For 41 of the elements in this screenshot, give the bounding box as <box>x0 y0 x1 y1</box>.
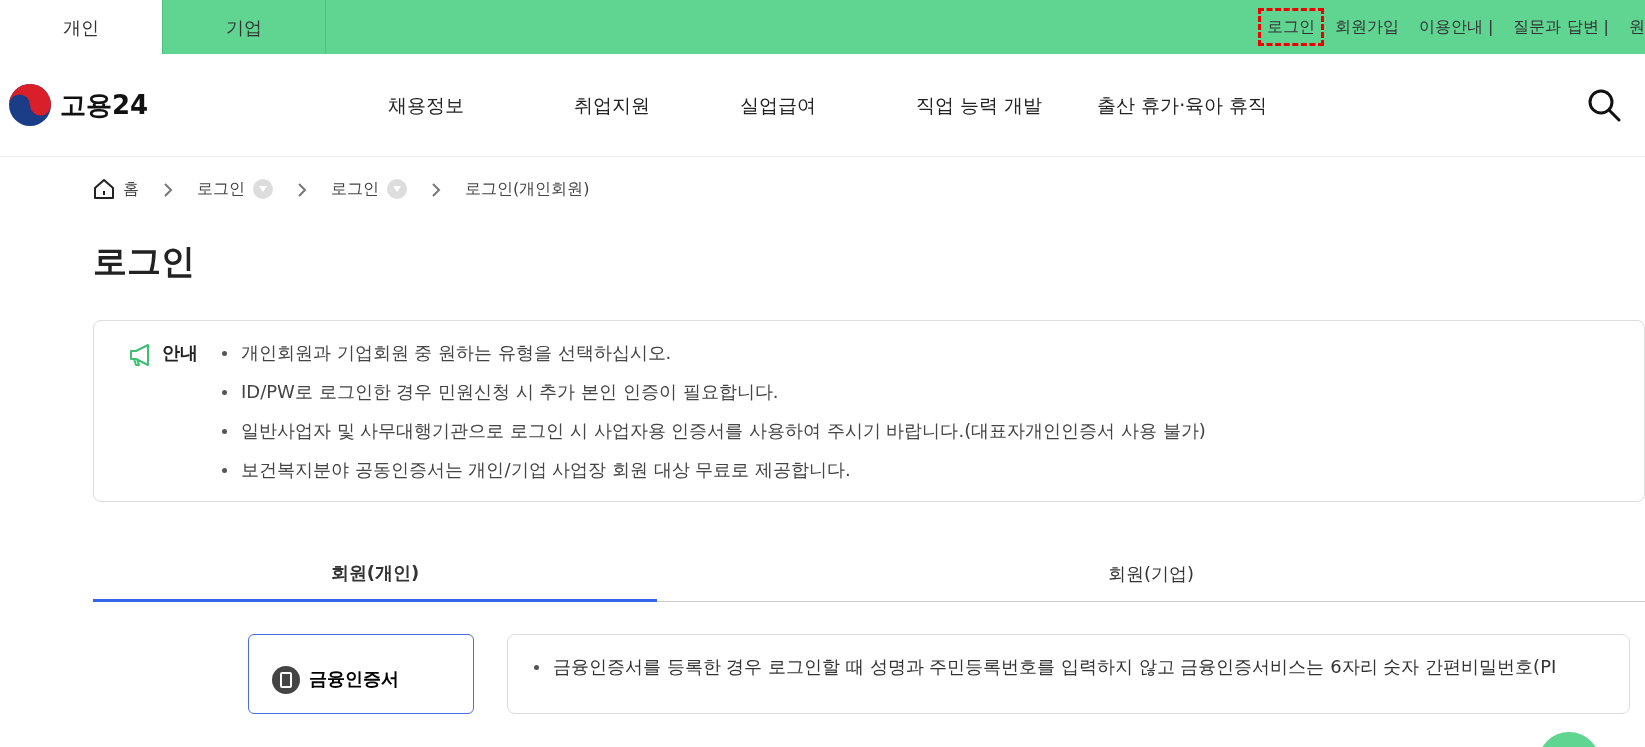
user-type-tab[interactable]: 기업 <box>163 0 326 54</box>
bullet-dot <box>222 428 227 434</box>
notice-item: 일반사업자 및 사무대행기관으로 로그인 시 사업자용 인증서를 사용하여 주시기 바랍니다.(대표자개인인증서 사용 불가) <box>241 418 1206 443</box>
main-nav-link[interactable]: 출산 휴가·육아 휴직 <box>1097 90 1268 120</box>
member-type-tab[interactable]: 회원(기업) <box>657 545 1645 602</box>
taegeuk-logo-icon <box>8 83 52 127</box>
util-link[interactable]: 이용안내 | <box>1412 11 1500 43</box>
page-title: 로그인 <box>93 241 195 282</box>
util-link[interactable]: 회원가입 <box>1328 11 1405 43</box>
breadcrumb-link[interactable]: 로그인 <box>331 177 379 201</box>
main-nav-link[interactable]: 채용정보 <box>388 90 465 120</box>
chevron-right-icon <box>297 181 307 198</box>
notice-item: ID/PW로 로그인한 경우 민원신청 시 추가 본인 인증이 필요합니다. <box>241 379 779 404</box>
breadcrumb-link[interactable]: 로그인 <box>197 177 245 201</box>
bullet-dot <box>222 467 227 473</box>
breadcrumb-link[interactable]: 홈 <box>123 177 139 201</box>
card-icon <box>271 664 301 695</box>
search-icon[interactable] <box>1587 88 1621 122</box>
member-type-tab[interactable]: 회원(개인) <box>93 545 657 602</box>
chevron-right-icon <box>163 181 173 198</box>
bullet-dot <box>534 664 539 670</box>
dropdown-toggle-icon[interactable] <box>387 179 407 199</box>
info-text: 금융인증서를 등록한 경우 로그인할 때 성명과 주민등록번호를 입력하지 않고 금융인증서비스는 6자리 숫자 간편비밀번호(PI <box>553 654 1557 679</box>
dropdown-toggle-icon[interactable] <box>253 179 273 199</box>
main-nav-link[interactable]: 취업지원 <box>574 90 651 120</box>
home-icon <box>93 178 115 200</box>
notice-item: 보건복지분야 공동인증서는 개인/기업 사업장 회원 대상 무료로 제공합니다. <box>241 457 851 482</box>
breadcrumb-link[interactable]: 로그인(개인회원) <box>465 177 590 201</box>
main-nav-link[interactable]: 실업급여 <box>740 90 817 120</box>
util-link[interactable]: 질문과 답변 | <box>1507 11 1615 43</box>
login-method-tab[interactable]: 금융인증서 <box>248 633 474 714</box>
bullet-dot <box>222 350 227 356</box>
chevron-right-icon <box>431 181 441 198</box>
util-link[interactable]: 로그인 <box>1260 11 1321 43</box>
util-link[interactable]: 원 <box>1623 11 1645 43</box>
main-nav-link[interactable]: 직업 능력 개발 <box>916 90 1043 120</box>
notice-item: 개인회원과 기업회원 중 원하는 유형을 선택하십시오. <box>241 340 672 365</box>
notice-label: 안내 <box>162 340 198 365</box>
site-logo-text[interactable]: 고용24 <box>60 85 149 125</box>
bullet-dot <box>222 389 227 395</box>
user-type-tab[interactable]: 개인 <box>0 0 163 54</box>
